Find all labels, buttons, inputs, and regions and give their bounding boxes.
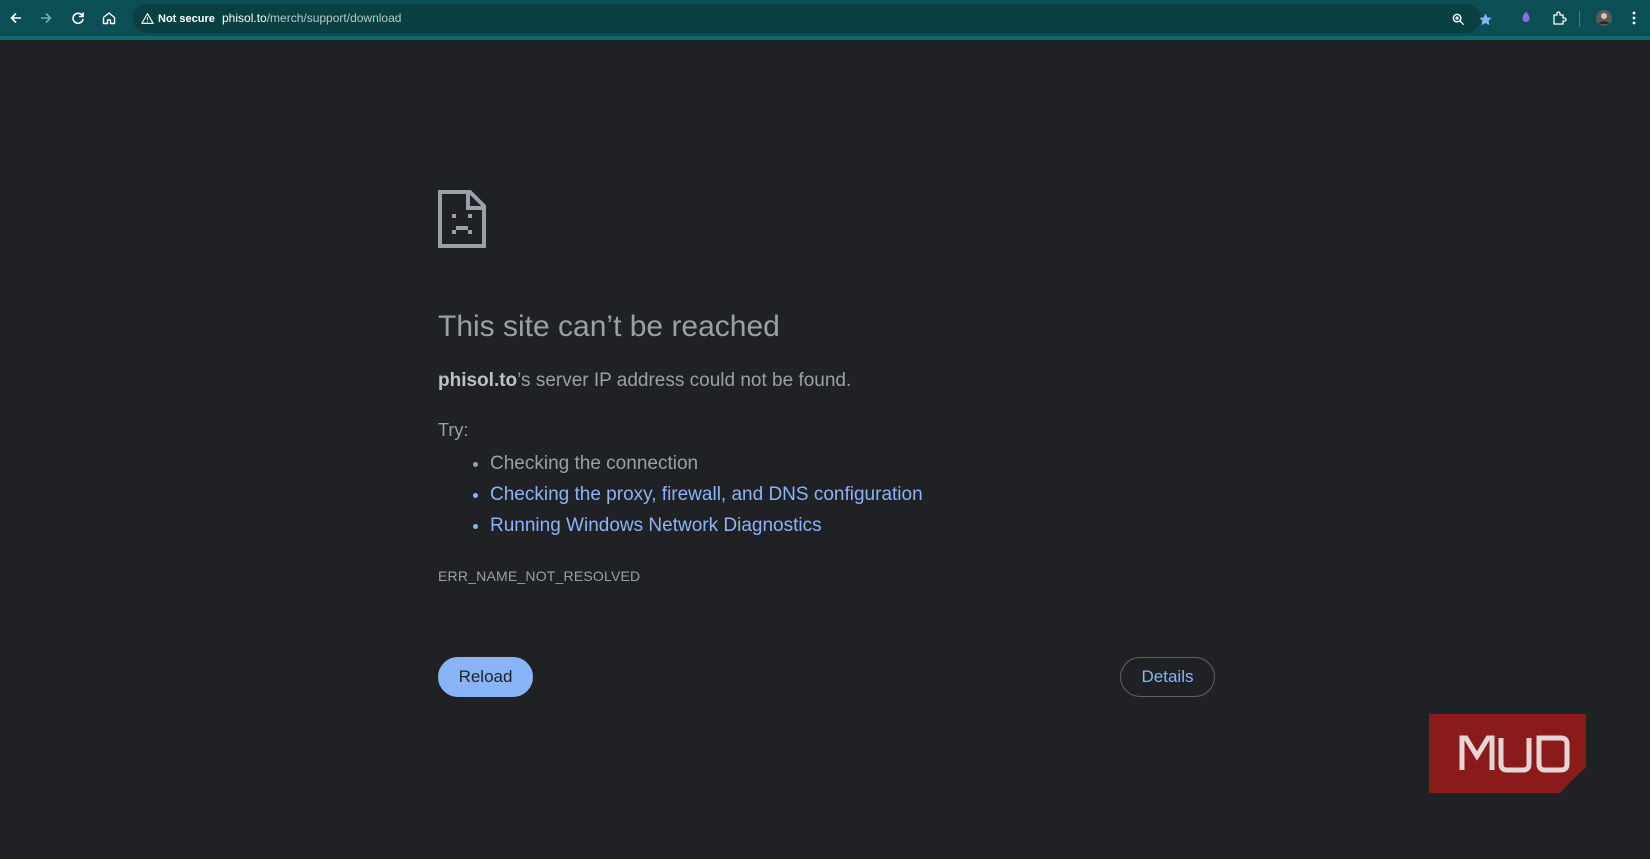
back-button[interactable] — [4, 6, 28, 30]
address-bar[interactable]: Not secure phisol.to/merch/support/downl… — [133, 4, 1492, 33]
extension-button[interactable] — [1514, 6, 1538, 30]
error-code: ERR_NAME_NOT_RESOLVED — [438, 568, 641, 584]
details-button[interactable]: Details — [1120, 657, 1215, 697]
url-text[interactable]: phisol.to/merch/support/download — [222, 11, 401, 25]
error-host: phisol.to — [438, 370, 518, 391]
forward-arrow-icon — [41, 12, 52, 24]
error-title: This site can’t be reached — [438, 310, 780, 343]
forward-button[interactable] — [34, 6, 58, 30]
refresh-icon — [72, 12, 84, 25]
url-path: /merch/support/download — [266, 11, 402, 25]
suggestion-item: Checking the connection — [490, 448, 923, 479]
reload-button[interactable]: Reload — [438, 657, 533, 697]
suggestions-list: Checking the connection Checking the pro… — [438, 448, 923, 541]
home-button[interactable] — [97, 6, 121, 30]
back-arrow-icon — [10, 12, 21, 24]
kebab-menu-icon — [1632, 11, 1636, 25]
home-icon — [102, 12, 116, 25]
star-icon — [1478, 12, 1492, 25]
extensions-menu-button[interactable] — [1547, 6, 1571, 30]
avatar-icon — [1596, 10, 1612, 26]
zoom-magnifier-icon — [1452, 13, 1464, 25]
site-info-chip[interactable]: Not secure — [141, 9, 215, 28]
bookmark-star-button[interactable] — [1476, 10, 1494, 28]
extension-purple-icon — [1522, 11, 1530, 22]
error-summary: phisol.to’s server IP address could not … — [438, 370, 851, 392]
suggestion-link-diagnostics[interactable]: Running Windows Network Diagnostics — [490, 510, 923, 541]
browser-toolbar: Not secure phisol.to/merch/support/downl… — [0, 0, 1650, 40]
zoom-button[interactable] — [1449, 10, 1467, 28]
sad-document-icon — [438, 190, 486, 248]
suggestion-link-proxy[interactable]: Checking the proxy, firewall, and DNS co… — [490, 479, 923, 510]
menu-button[interactable] — [1622, 6, 1646, 30]
url-host: phisol.to — [222, 11, 267, 25]
puzzle-icon — [1553, 11, 1567, 25]
security-label: Not secure — [158, 12, 215, 25]
toolbar-divider — [1579, 11, 1580, 27]
warning-triangle-icon — [141, 13, 154, 24]
reload-toolbar-button[interactable] — [66, 6, 90, 30]
error-summary-text: ’s server IP address could not be found. — [517, 370, 852, 391]
try-label: Try: — [438, 420, 469, 440]
muo-logo — [1429, 714, 1586, 793]
profile-button[interactable] — [1592, 6, 1616, 30]
